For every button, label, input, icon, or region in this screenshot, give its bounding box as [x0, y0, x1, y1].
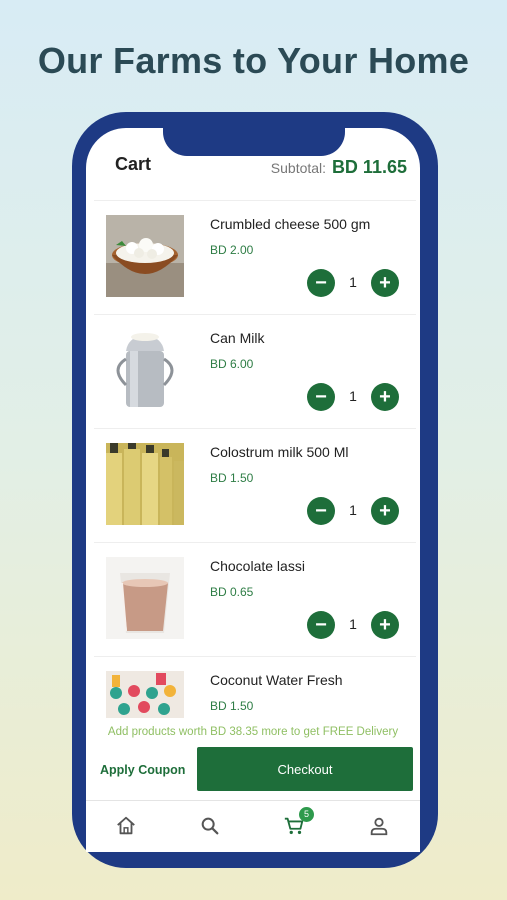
minus-icon: − — [315, 500, 327, 522]
product-image-crumbled-cheese[interactable] — [106, 215, 184, 297]
cart-item: Crumbled cheese 500 gm BD 2.00 − 1 + — [94, 200, 416, 314]
tab-home[interactable] — [115, 815, 137, 837]
quantity-stepper: − 1 + — [307, 497, 399, 525]
cart-item: Can Milk BD 6.00 − 1 + — [94, 314, 416, 428]
increase-quantity-button[interactable]: + — [371, 611, 399, 639]
cart-item: Colostrum milk 500 Ml BD 1.50 − 1 + — [94, 428, 416, 542]
product-image-can-milk[interactable] — [106, 329, 184, 411]
decrease-quantity-button[interactable]: − — [307, 383, 335, 411]
tab-search[interactable] — [199, 815, 221, 837]
quantity-stepper: − 1 + — [307, 269, 399, 297]
plus-icon: + — [379, 272, 391, 294]
item-price: BD 2.00 — [210, 243, 254, 257]
headline: Our Farms to Your Home — [37, 40, 470, 81]
phone-notch — [163, 120, 345, 156]
apply-coupon-button[interactable]: Apply Coupon — [100, 760, 192, 780]
cart-title: Cart — [115, 154, 152, 174]
item-name: Colostrum milk 500 Ml — [210, 444, 349, 460]
item-price: BD 0.65 — [210, 585, 254, 599]
bottom-tab-bar: 5 — [86, 800, 420, 852]
quantity-stepper: − 1 + — [307, 611, 399, 639]
quantity-value: 1 — [349, 274, 357, 290]
product-image-colostrum-milk[interactable] — [106, 443, 184, 525]
item-price: BD 1.50 — [210, 699, 254, 713]
search-icon — [201, 817, 219, 835]
item-price: BD 1.50 — [210, 471, 254, 485]
increase-quantity-button[interactable]: + — [371, 383, 399, 411]
increase-quantity-button[interactable]: + — [371, 497, 399, 525]
home-icon — [117, 816, 135, 835]
item-name: Coconut Water Fresh — [210, 672, 343, 688]
subtotal-label: Subtotal: — [270, 160, 327, 176]
cart-item: Chocolate lassi BD 0.65 − 1 + — [94, 542, 416, 656]
increase-quantity-button[interactable]: + — [371, 269, 399, 297]
quantity-stepper: − 1 + — [307, 383, 399, 411]
decrease-quantity-button[interactable]: − — [307, 269, 335, 297]
minus-icon: − — [315, 272, 327, 294]
plus-icon: + — [379, 614, 391, 636]
item-name: Can Milk — [210, 330, 265, 346]
product-image-chocolate-lassi[interactable] — [106, 557, 184, 639]
tab-profile[interactable] — [368, 815, 390, 837]
subtotal: Subtotal: BD 11.65 — [271, 157, 407, 178]
tab-cart[interactable]: 5 — [283, 807, 314, 837]
plus-icon: + — [379, 386, 391, 408]
profile-icon — [370, 817, 388, 836]
item-price: BD 6.00 — [210, 357, 254, 371]
checkout-button[interactable]: Checkout — [197, 747, 413, 791]
subtotal-amount: BD 11.65 — [331, 157, 407, 177]
quantity-value: 1 — [349, 388, 357, 404]
cart-count-badge: 5 — [299, 807, 314, 822]
item-name: Chocolate lassi — [210, 558, 305, 574]
minus-icon: − — [315, 386, 327, 408]
quantity-value: 1 — [349, 616, 357, 632]
plus-icon: + — [379, 500, 391, 522]
item-name: Crumbled cheese 500 gm — [210, 216, 371, 232]
decrease-quantity-button[interactable]: − — [307, 497, 335, 525]
free-delivery-notice: Add products worth BD 38.35 more to get … — [107, 726, 399, 738]
quantity-value: 1 — [349, 502, 357, 518]
minus-icon: − — [315, 614, 327, 636]
decrease-quantity-button[interactable]: − — [307, 611, 335, 639]
